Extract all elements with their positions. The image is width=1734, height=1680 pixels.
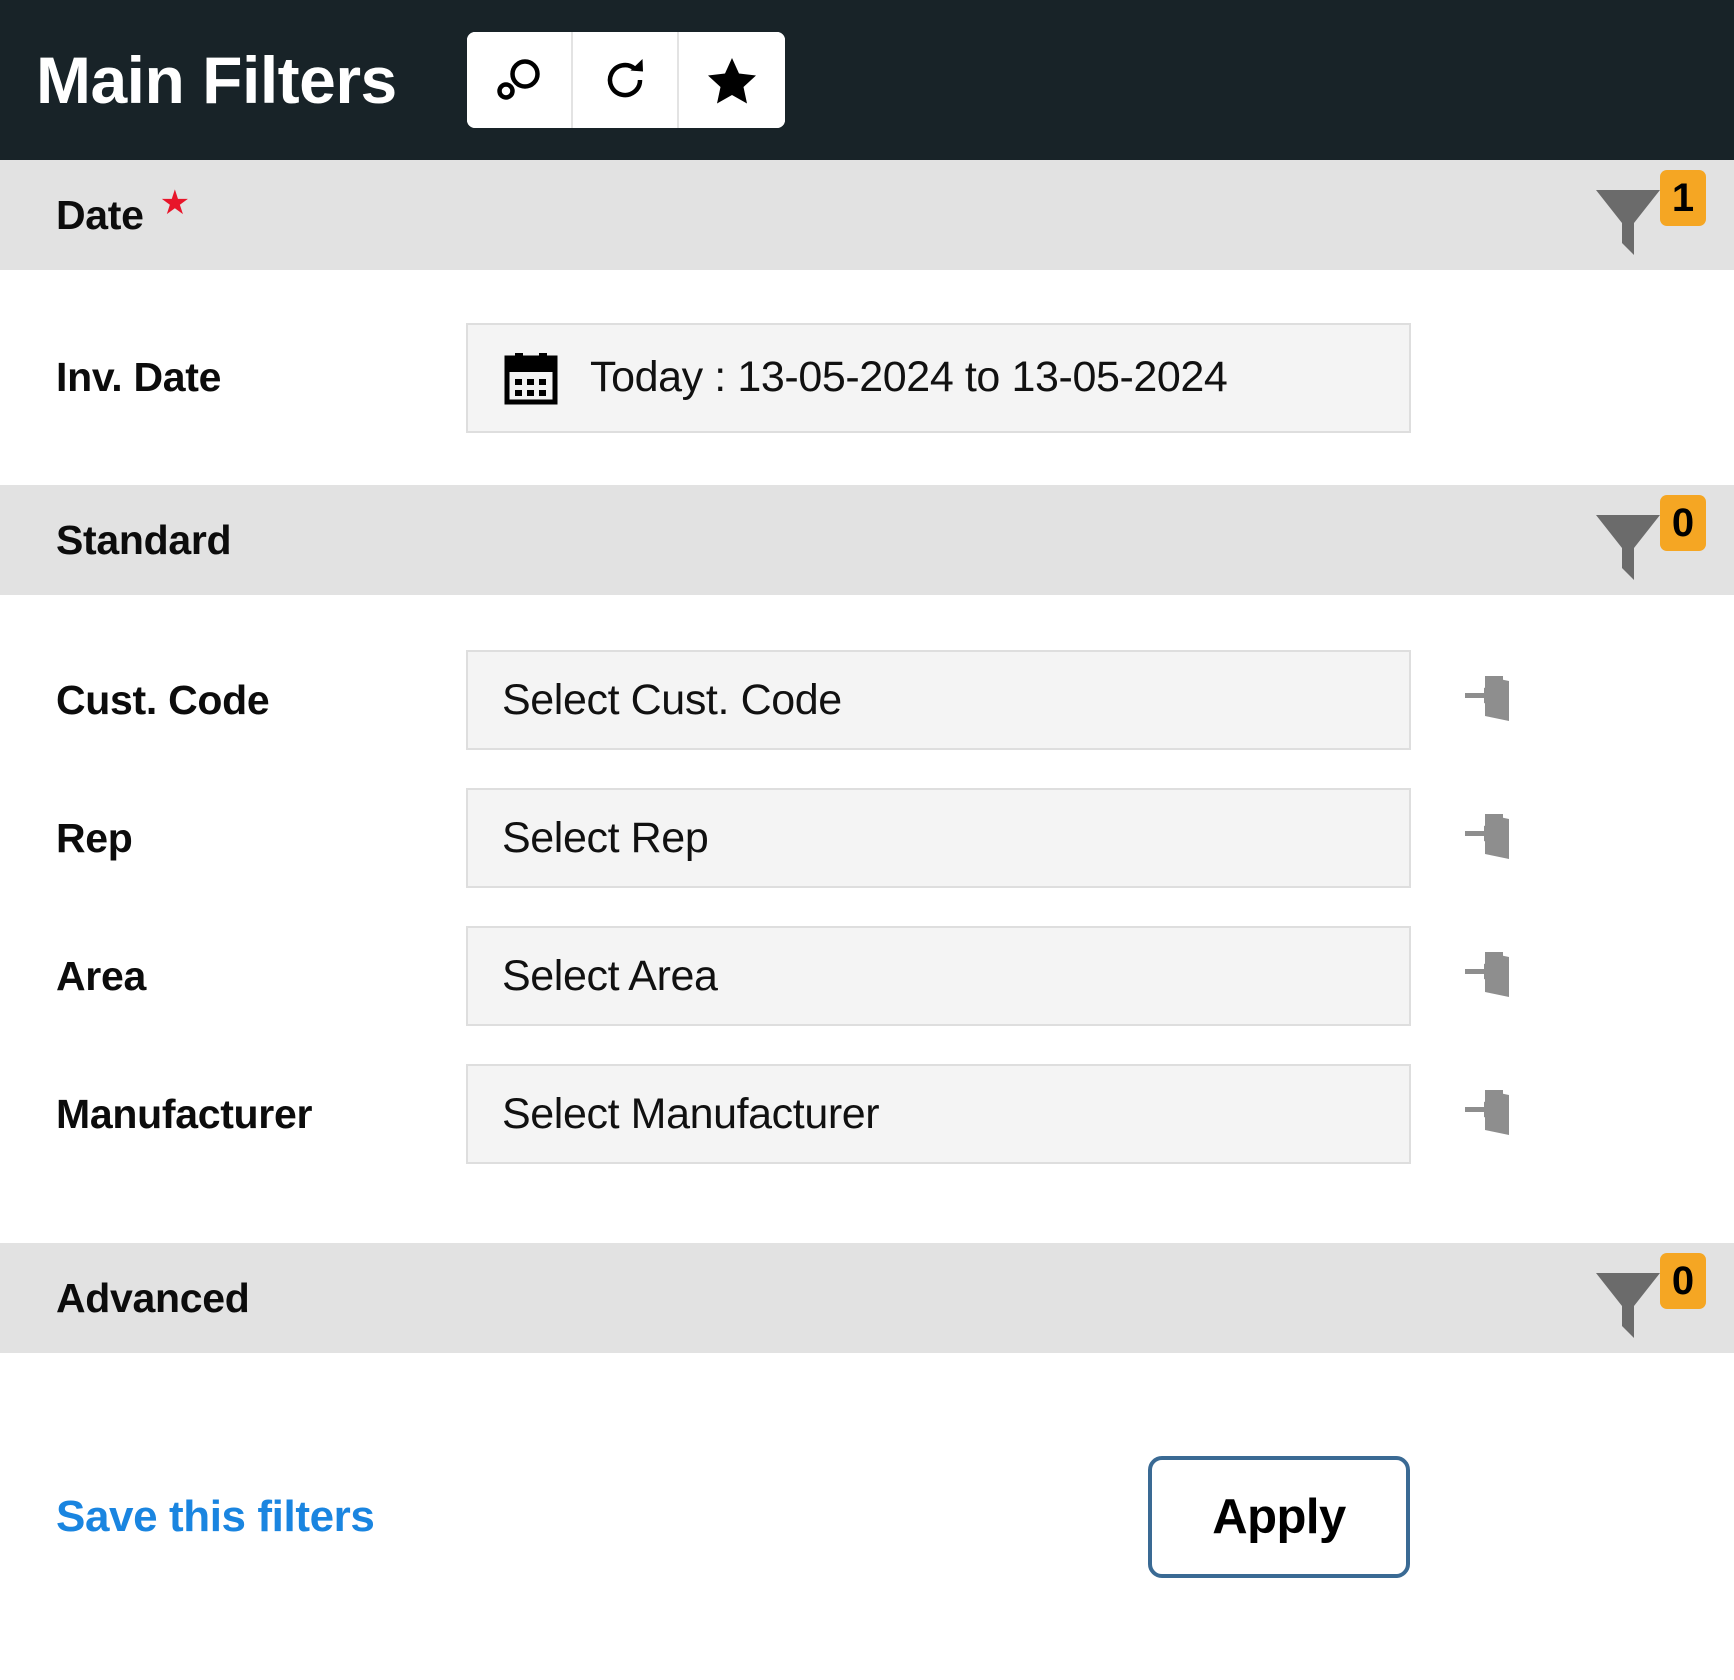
cust-code-placeholder: Select Cust. Code	[502, 676, 842, 725]
field-row-manufacturer: Manufacturer Select Manufacturer	[0, 1045, 1734, 1183]
panel-footer: Save this filters Apply	[0, 1353, 1734, 1680]
save-filters-link[interactable]: Save this filters	[56, 1492, 374, 1542]
standard-fields: Cust. Code Select Cust. Code	[0, 595, 1734, 1243]
required-star-icon: ★	[160, 186, 190, 220]
open-door-icon	[1463, 946, 1519, 1007]
manufacturer-placeholder: Select Manufacturer	[502, 1090, 879, 1139]
funnel-icon	[1592, 1254, 1664, 1342]
area-placeholder: Select Area	[502, 952, 718, 1001]
filter-indicator-date[interactable]: 1	[1592, 160, 1712, 270]
field-label-area: Area	[56, 953, 466, 1000]
spacer	[0, 1183, 1734, 1243]
section-header-standard[interactable]: Standard 0	[0, 485, 1734, 595]
section-title-date: Date	[56, 192, 144, 239]
filter-indicator-standard[interactable]: 0	[1592, 485, 1712, 595]
spacer	[0, 595, 1734, 631]
star-icon	[706, 54, 758, 106]
refresh-icon	[598, 53, 652, 107]
section-header-advanced[interactable]: Advanced 0	[0, 1243, 1734, 1353]
refresh-button[interactable]	[573, 32, 679, 128]
cust-code-select[interactable]: Select Cust. Code	[466, 650, 1411, 750]
open-door-icon	[1463, 808, 1519, 869]
bubbles-button[interactable]	[467, 32, 573, 128]
field-row-area: Area Select Area	[0, 907, 1734, 1045]
apply-button[interactable]: Apply	[1148, 1456, 1410, 1578]
open-door-icon	[1463, 670, 1519, 731]
field-label-manufacturer: Manufacturer	[56, 1091, 466, 1138]
field-row-cust-code: Cust. Code Select Cust. Code	[0, 631, 1734, 769]
filter-count-badge-date: 1	[1660, 170, 1706, 226]
filter-indicator-advanced[interactable]: 0	[1592, 1243, 1712, 1353]
funnel-icon	[1592, 171, 1664, 259]
funnel-icon	[1592, 496, 1664, 584]
bubbles-icon	[492, 53, 546, 107]
main-filters-panel: Main Filters	[0, 0, 1734, 1680]
calendar-icon	[502, 349, 560, 407]
field-row-rep: Rep Select Rep	[0, 769, 1734, 907]
manufacturer-select[interactable]: Select Manufacturer	[466, 1064, 1411, 1164]
manufacturer-open-button[interactable]	[1411, 1084, 1571, 1145]
section-header-date[interactable]: Date ★ 1	[0, 160, 1734, 270]
section-title-standard: Standard	[56, 517, 231, 564]
rep-placeholder: Select Rep	[502, 814, 708, 863]
panel-header: Main Filters	[0, 0, 1734, 160]
filter-count-badge-advanced: 0	[1660, 1253, 1706, 1309]
favorite-button[interactable]	[679, 32, 785, 128]
rep-open-button[interactable]	[1411, 808, 1571, 869]
field-label-inv-date: Inv. Date	[56, 354, 466, 401]
area-open-button[interactable]	[1411, 946, 1571, 1007]
field-label-rep: Rep	[56, 815, 466, 862]
date-fields: Inv. Date Today	[0, 270, 1734, 485]
open-door-icon	[1463, 1084, 1519, 1145]
section-title-advanced: Advanced	[56, 1275, 250, 1322]
filter-count-badge-standard: 0	[1660, 495, 1706, 551]
field-row-inv-date: Inv. Date Today	[0, 270, 1734, 485]
page-title: Main Filters	[36, 47, 397, 113]
field-label-cust-code: Cust. Code	[56, 677, 466, 724]
inv-date-input[interactable]: Today : 13-05-2024 to 13-05-2024	[466, 323, 1411, 433]
header-toolbar	[467, 32, 785, 128]
area-select[interactable]: Select Area	[466, 926, 1411, 1026]
cust-code-open-button[interactable]	[1411, 670, 1571, 731]
rep-select[interactable]: Select Rep	[466, 788, 1411, 888]
inv-date-value: Today : 13-05-2024 to 13-05-2024	[590, 353, 1227, 402]
